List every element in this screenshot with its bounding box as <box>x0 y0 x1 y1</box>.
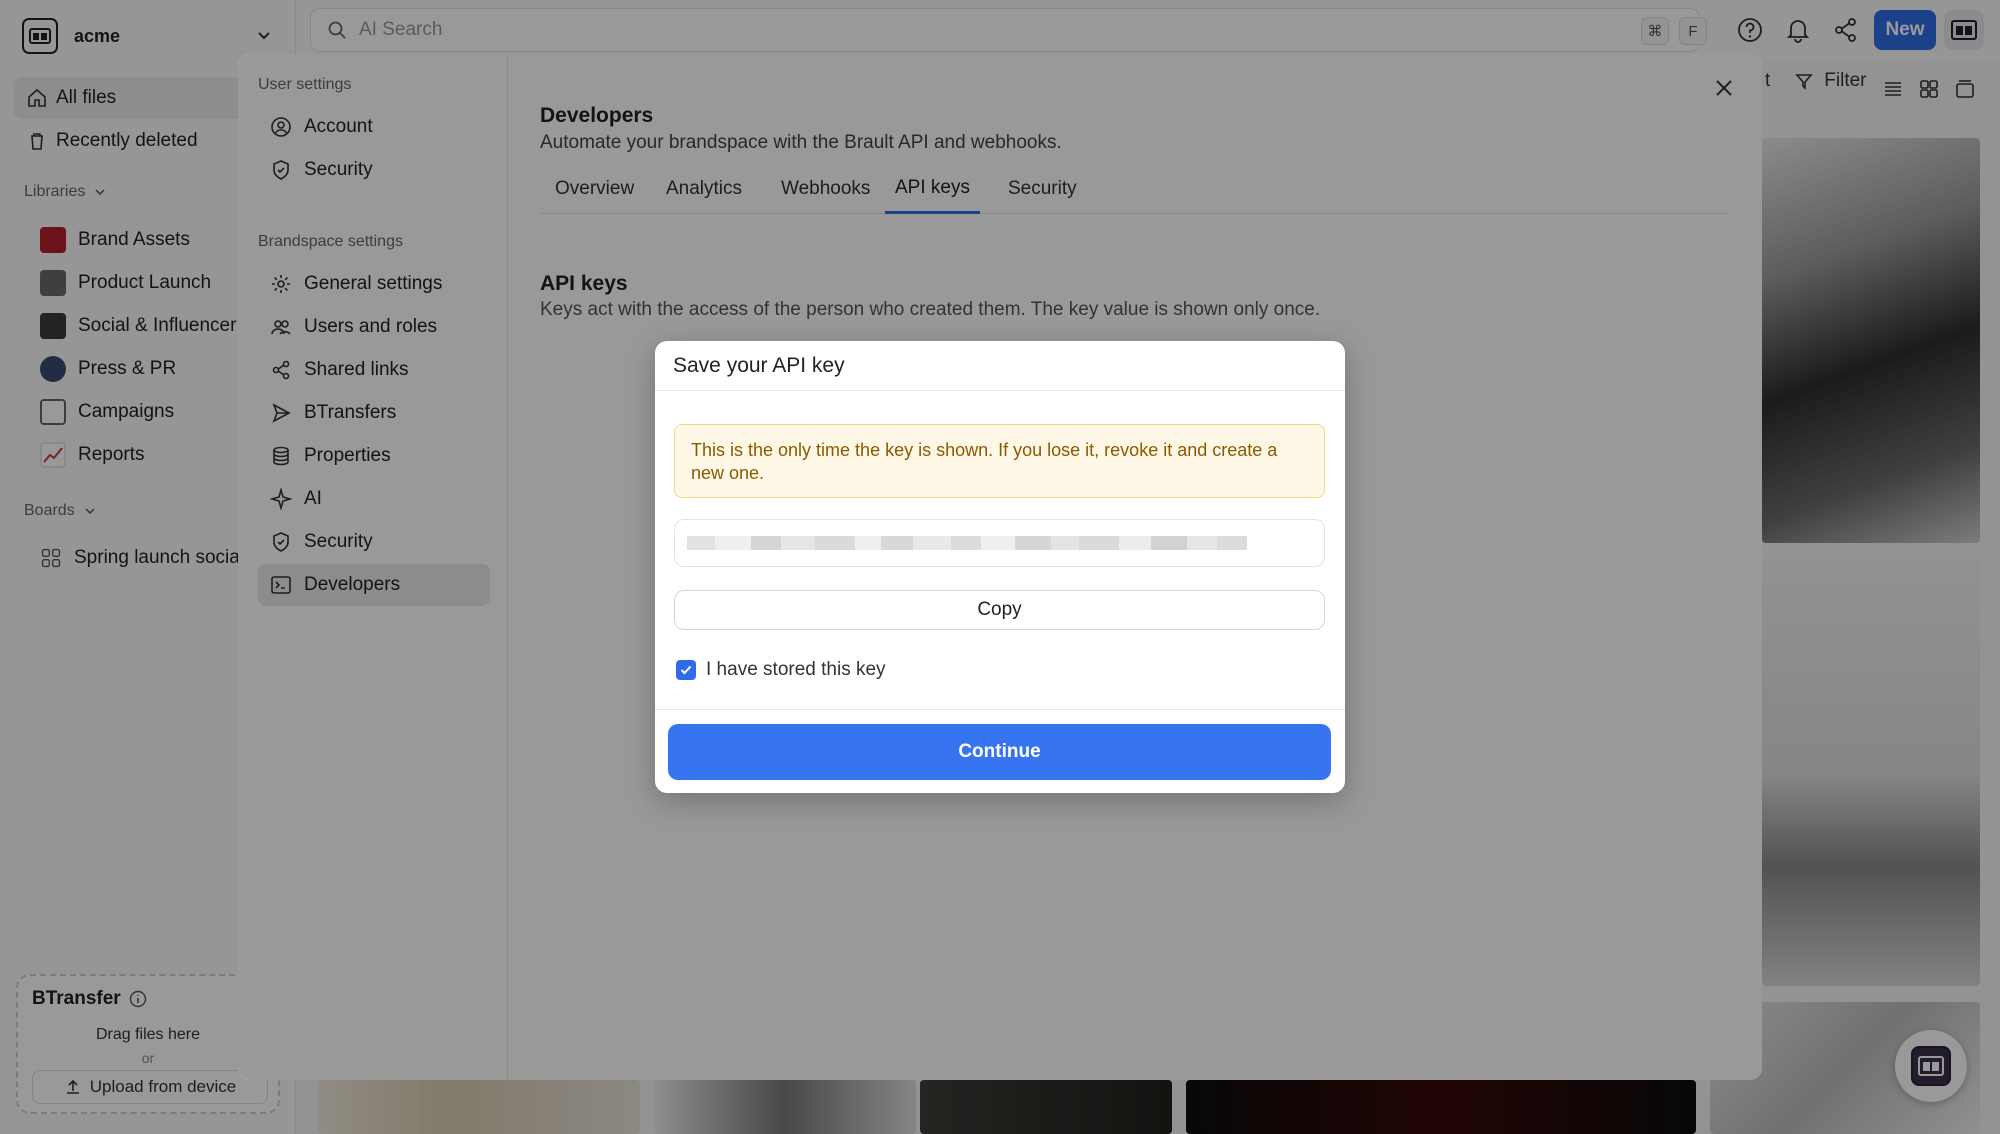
settings-item-label: Security <box>304 531 373 552</box>
settings-item-label: Security <box>304 159 373 180</box>
dialog-title: Save your API key <box>655 341 1345 391</box>
settings-item-label: AI <box>304 488 322 509</box>
settings-item-label: Properties <box>304 445 391 466</box>
database-icon <box>273 446 289 466</box>
redacted-key-value <box>687 536 1267 550</box>
api-key-field[interactable] <box>674 519 1325 567</box>
shield-icon <box>273 532 289 552</box>
user-circle-icon <box>271 117 291 137</box>
settings-nav: User settings Account Security Brandspac… <box>238 54 508 1080</box>
stored-key-checkbox-row[interactable]: I have stored this key <box>676 659 886 681</box>
dialog-footer-divider <box>655 709 1345 710</box>
brandspace-settings-label: Brandspace settings <box>258 233 403 250</box>
tab-bar: Overview Analytics Webhooks API keys Sec… <box>540 164 1730 214</box>
tab-webhooks[interactable]: Webhooks <box>771 164 880 214</box>
share-icon <box>272 360 290 380</box>
settings-item-ai[interactable]: AI <box>258 478 490 520</box>
checkmark-icon <box>680 665 692 675</box>
tab-security[interactable]: Security <box>998 164 1087 214</box>
page-subtitle: Automate your brandspace with the Brault… <box>540 132 1062 153</box>
settings-item-label: BTransfers <box>304 402 397 423</box>
checkbox-label: I have stored this key <box>706 659 886 680</box>
settings-item-brandspace-security[interactable]: Security <box>258 521 490 563</box>
settings-item-properties[interactable]: Properties <box>258 435 490 477</box>
settings-item-developers[interactable]: Developers <box>258 564 490 606</box>
gear-icon <box>272 275 290 293</box>
tab-api-keys[interactable]: API keys <box>885 164 980 214</box>
send-icon <box>272 403 291 423</box>
stored-key-checkbox[interactable] <box>676 660 696 680</box>
save-api-key-dialog: Save your API key This is the only time … <box>655 341 1345 793</box>
sparkle-icon <box>270 488 292 510</box>
tab-analytics[interactable]: Analytics <box>656 164 752 214</box>
tab-overview[interactable]: Overview <box>545 164 644 214</box>
user-settings-label: User settings <box>258 76 352 93</box>
settings-item-label: General settings <box>304 273 443 294</box>
terminal-icon <box>271 576 291 594</box>
settings-item-user-security[interactable]: Security <box>258 149 490 191</box>
warning-callout: This is the only time the key is shown. … <box>674 424 1325 498</box>
close-icon[interactable] <box>1710 74 1738 102</box>
settings-item-general[interactable]: General settings <box>258 263 490 305</box>
settings-item-btransfers[interactable]: BTransfers <box>258 392 490 434</box>
users-icon <box>271 320 291 335</box>
section-subtitle: Keys act with the access of the person w… <box>540 299 1321 320</box>
settings-item-label: Users and roles <box>304 316 438 337</box>
copy-button[interactable]: Copy <box>674 590 1325 630</box>
settings-item-account[interactable]: Account <box>258 106 490 148</box>
shield-icon <box>273 160 289 180</box>
section-title: API keys <box>540 272 628 295</box>
settings-item-label: Developers <box>304 574 401 595</box>
continue-button[interactable]: Continue <box>668 724 1331 780</box>
settings-item-label: Account <box>304 116 373 137</box>
settings-item-shared-links[interactable]: Shared links <box>258 349 490 391</box>
settings-item-label: Shared links <box>304 359 409 380</box>
settings-item-users-roles[interactable]: Users and roles <box>258 306 490 348</box>
page-title: Developers <box>540 104 654 127</box>
